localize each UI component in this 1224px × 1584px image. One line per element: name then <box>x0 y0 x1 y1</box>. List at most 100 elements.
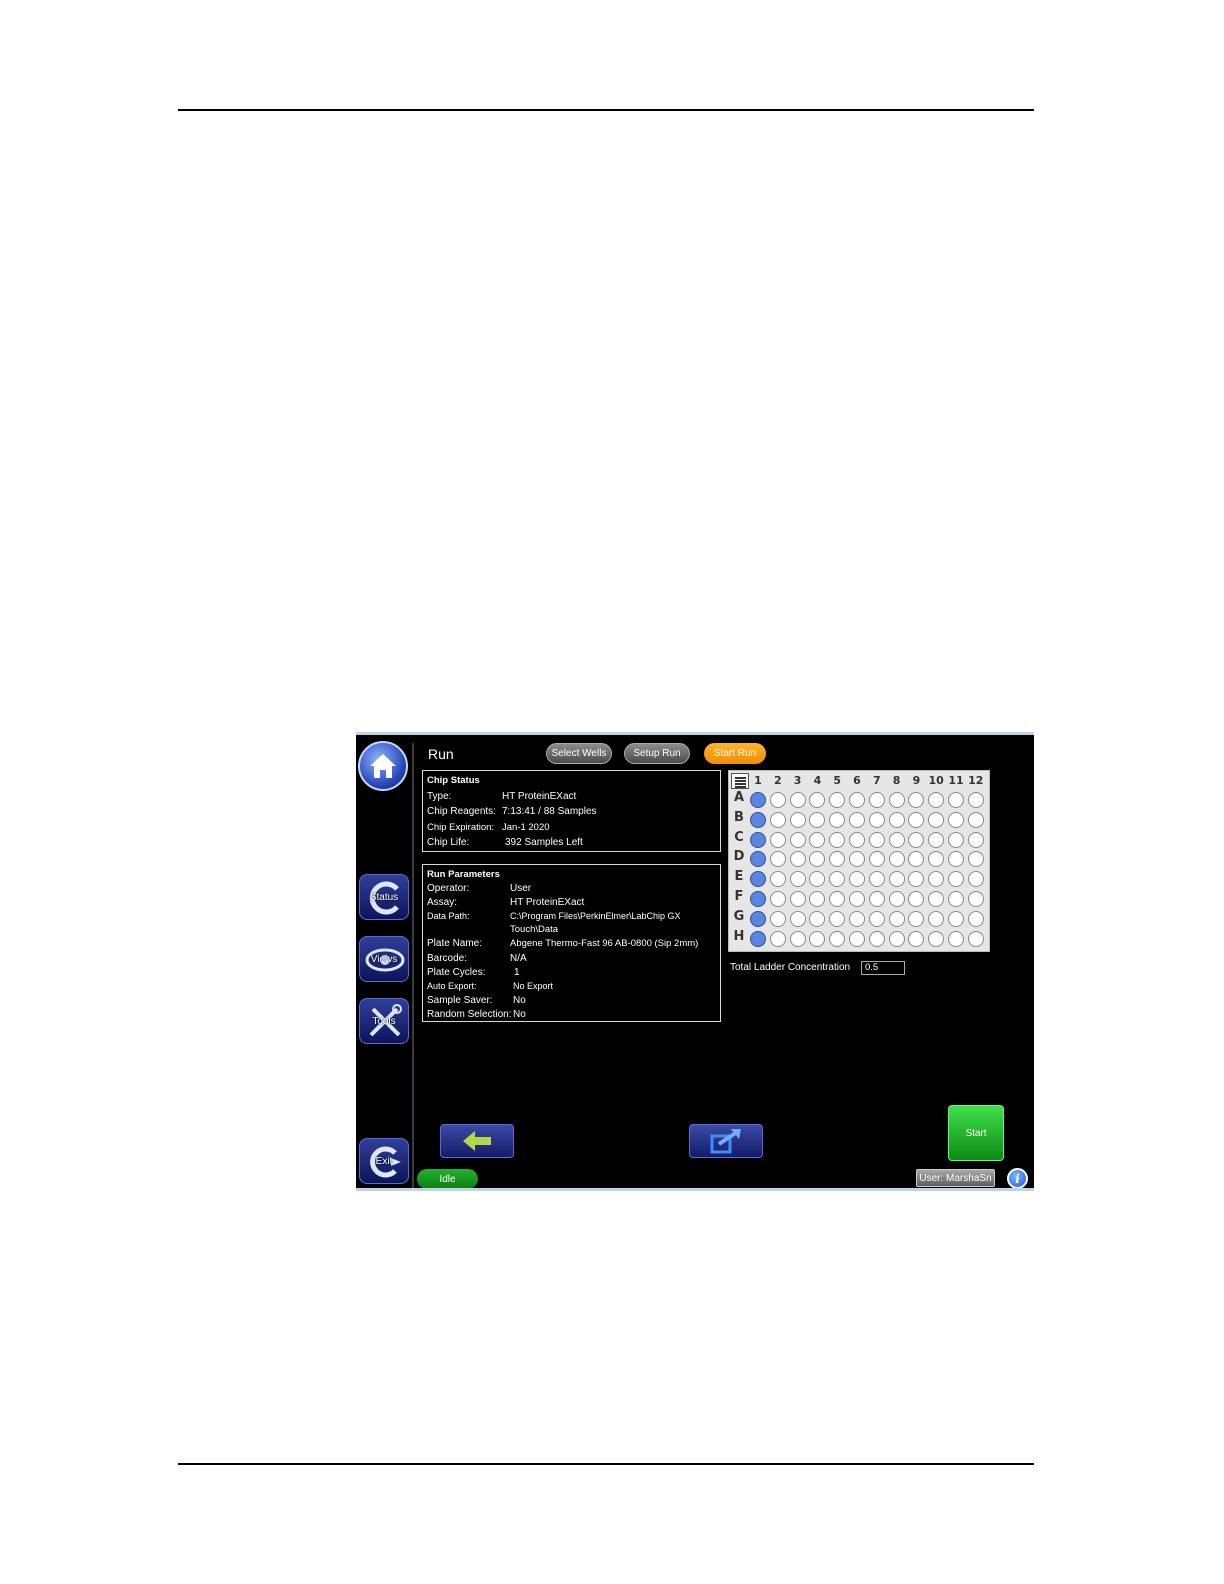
well[interactable] <box>849 871 865 888</box>
well[interactable] <box>809 851 826 868</box>
column-header[interactable]: 8 <box>888 774 906 787</box>
column-header[interactable]: 1 <box>749 774 767 787</box>
well[interactable] <box>829 792 846 808</box>
well[interactable] <box>888 910 905 927</box>
column-header[interactable]: 5 <box>828 774 846 787</box>
row-header[interactable]: H <box>732 929 746 944</box>
well[interactable] <box>908 930 925 947</box>
well[interactable] <box>789 871 806 888</box>
well[interactable] <box>809 792 826 808</box>
well[interactable] <box>769 792 786 808</box>
row-header[interactable]: B <box>732 810 746 825</box>
status-button[interactable]: Status <box>359 874 409 920</box>
well[interactable] <box>868 910 885 927</box>
row-header[interactable]: C <box>732 830 746 845</box>
row-header[interactable]: D <box>732 849 746 864</box>
column-header[interactable]: 10 <box>927 774 945 787</box>
well[interactable] <box>809 871 826 888</box>
well[interactable] <box>789 930 806 947</box>
well[interactable] <box>888 792 905 808</box>
well[interactable] <box>789 811 806 828</box>
column-header[interactable]: 3 <box>789 774 807 787</box>
well[interactable] <box>809 891 826 907</box>
column-header[interactable]: 6 <box>848 774 866 787</box>
well[interactable] <box>849 851 865 868</box>
well[interactable] <box>967 811 984 828</box>
well[interactable] <box>829 831 846 848</box>
well[interactable] <box>750 910 766 927</box>
well[interactable] <box>769 891 786 907</box>
well[interactable] <box>948 891 964 907</box>
well[interactable] <box>888 831 905 848</box>
well[interactable] <box>789 910 806 927</box>
tab-select-wells[interactable]: Select Wells <box>546 743 612 764</box>
well[interactable] <box>750 811 766 828</box>
column-header[interactable]: 12 <box>967 774 985 787</box>
well[interactable] <box>769 910 786 927</box>
menu-icon[interactable] <box>731 773 749 789</box>
row-header[interactable]: G <box>732 909 746 924</box>
well[interactable] <box>849 792 865 808</box>
well[interactable] <box>849 910 865 927</box>
exit-button[interactable]: Exit <box>359 1138 409 1184</box>
well[interactable] <box>809 831 826 848</box>
tab-setup-run[interactable]: Setup Run <box>624 743 690 764</box>
well[interactable] <box>809 811 826 828</box>
well[interactable] <box>829 871 846 888</box>
row-header[interactable]: F <box>732 889 746 904</box>
well[interactable] <box>948 871 964 888</box>
well[interactable] <box>868 831 885 848</box>
well[interactable] <box>908 910 925 927</box>
well[interactable] <box>888 871 905 888</box>
well[interactable] <box>928 910 945 927</box>
well[interactable] <box>769 851 786 868</box>
well[interactable] <box>888 891 905 907</box>
well[interactable] <box>769 811 786 828</box>
column-header[interactable]: 11 <box>947 774 965 787</box>
well[interactable] <box>948 930 964 947</box>
well[interactable] <box>829 851 846 868</box>
well[interactable] <box>789 891 806 907</box>
views-button[interactable]: Views <box>359 936 409 982</box>
well[interactable] <box>967 871 984 888</box>
well[interactable] <box>928 811 945 828</box>
well[interactable] <box>908 871 925 888</box>
well[interactable] <box>750 851 766 868</box>
well[interactable] <box>967 930 984 947</box>
export-button[interactable] <box>689 1124 763 1158</box>
tab-start-run[interactable]: Start Run <box>704 743 766 764</box>
column-header[interactable]: 4 <box>808 774 826 787</box>
well[interactable] <box>948 831 964 848</box>
well[interactable] <box>849 811 865 828</box>
well[interactable] <box>750 930 766 947</box>
well[interactable] <box>769 871 786 888</box>
start-button[interactable]: Start <box>948 1105 1004 1161</box>
well[interactable] <box>750 831 766 848</box>
info-button[interactable]: i <box>1007 1168 1028 1188</box>
well[interactable] <box>849 831 865 848</box>
ladder-concentration-input[interactable]: 0.5 <box>861 961 905 975</box>
well[interactable] <box>908 792 925 808</box>
well[interactable] <box>868 811 885 828</box>
well[interactable] <box>868 891 885 907</box>
well[interactable] <box>849 891 865 907</box>
column-header[interactable]: 7 <box>868 774 886 787</box>
row-header[interactable]: A <box>732 790 746 805</box>
well[interactable] <box>928 891 945 907</box>
well[interactable] <box>849 930 865 947</box>
back-button[interactable] <box>440 1124 514 1158</box>
well[interactable] <box>967 851 984 868</box>
well[interactable] <box>829 910 846 927</box>
row-header[interactable]: E <box>732 869 746 884</box>
well[interactable] <box>868 930 885 947</box>
tools-button[interactable]: Tools <box>359 998 409 1044</box>
well[interactable] <box>908 831 925 848</box>
well[interactable] <box>789 851 806 868</box>
well[interactable] <box>789 831 806 848</box>
well[interactable] <box>868 871 885 888</box>
well[interactable] <box>967 831 984 848</box>
home-button[interactable] <box>358 741 408 791</box>
well[interactable] <box>908 851 925 868</box>
well[interactable] <box>928 792 945 808</box>
well[interactable] <box>888 930 905 947</box>
